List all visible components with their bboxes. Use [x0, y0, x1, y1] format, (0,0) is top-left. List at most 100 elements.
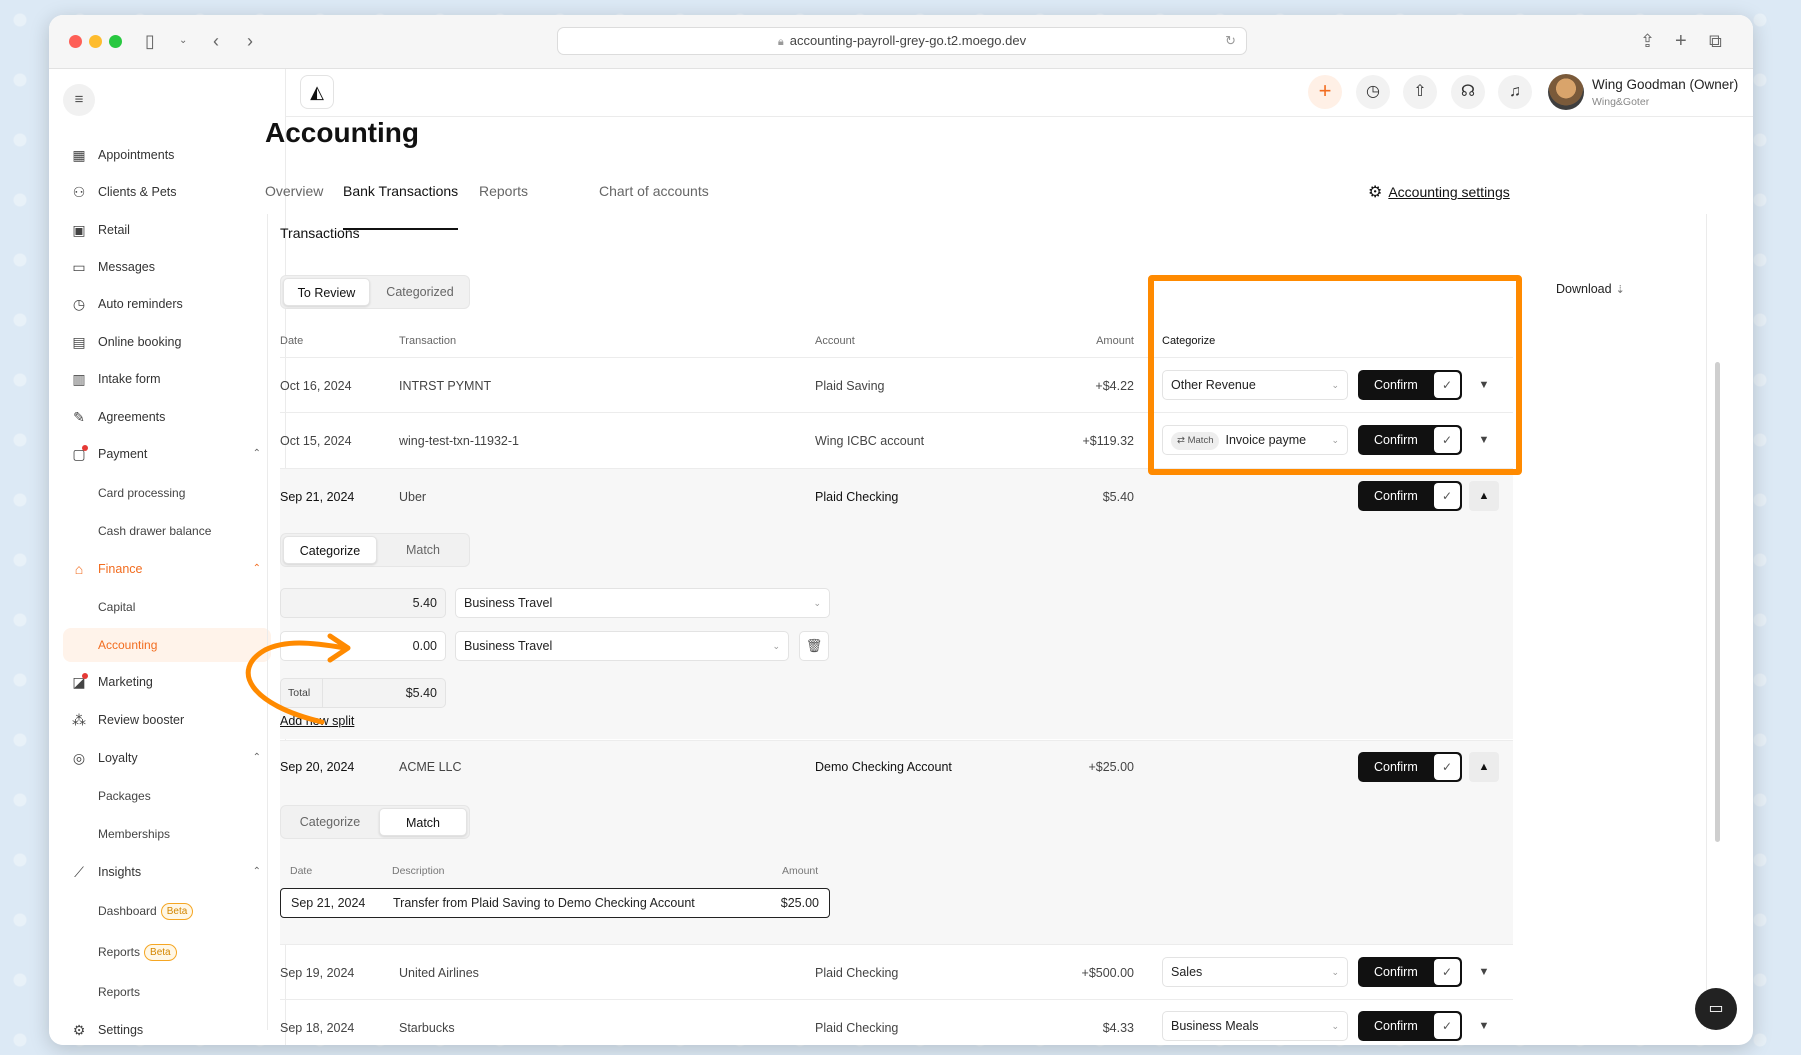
confirm-button[interactable]: Confirm ✓ — [1358, 752, 1462, 782]
sidebar-item-agreements[interactable]: ✎ Agreements — [63, 400, 271, 434]
sidebar-item-intake-form[interactable]: ▥ Intake form — [63, 362, 271, 396]
split-category-select[interactable]: Business Travel ⌄ — [455, 631, 789, 661]
sidebar-item-packages[interactable]: Packages — [63, 779, 271, 813]
sidebar-item-capital[interactable]: Capital — [63, 590, 271, 624]
confirm-button[interactable]: Confirm ✓ — [1358, 1011, 1462, 1041]
sidebar-item-dashboard[interactable]: Dashboard Beta — [63, 894, 271, 928]
sidebar-item-card-processing[interactable]: Card processing — [63, 476, 271, 510]
menu-icon[interactable]: ≡ — [63, 84, 95, 116]
chevron-down-icon[interactable]: ⌄ — [179, 29, 187, 53]
gear-icon: ⚙ — [1368, 184, 1383, 201]
row-account: Plaid Checking — [815, 1021, 899, 1035]
forward-icon[interactable]: › — [247, 29, 253, 53]
pen-icon: ✎ — [73, 409, 85, 425]
expand-caret-icon[interactable]: ▼ — [1469, 957, 1499, 987]
chart-icon: ⟋ — [74, 864, 84, 880]
filter-categorized[interactable]: Categorized — [373, 278, 467, 306]
maximize-window-button[interactable] — [109, 35, 122, 48]
row-date: Sep 21, 2024 — [280, 490, 355, 504]
sidebar-item-reports-beta[interactable]: Reports Beta — [63, 935, 271, 969]
page-title: Accounting — [265, 117, 419, 148]
download-button[interactable]: Download ⇣ — [1556, 282, 1625, 296]
share-icon[interactable]: ⇪ — [1640, 29, 1655, 53]
check-circle-icon[interactable]: ✓ — [1434, 959, 1460, 985]
sidebar-item-settings[interactable]: ⚙ Settings — [63, 1013, 271, 1045]
collapse-caret-icon[interactable]: ▲ — [1469, 481, 1499, 511]
expand-caret-icon[interactable]: ▼ — [1469, 1011, 1499, 1041]
upload-icon[interactable]: ⇧ — [1403, 75, 1437, 109]
section-title: Transactions — [280, 225, 360, 241]
sidebar-item-loyalty[interactable]: ◎ Loyalty ⌃ — [63, 741, 271, 775]
sidebar-item-finance[interactable]: ⌂ Finance ⌃ — [63, 552, 271, 586]
row-transaction: Starbucks — [399, 1021, 455, 1035]
match-amount: $25.00 — [780, 896, 819, 910]
sidebar-item-reports[interactable]: Reports — [63, 975, 271, 1009]
sidebar-item-online-booking[interactable]: ▤ Online booking — [63, 325, 271, 359]
close-window-button[interactable] — [69, 35, 82, 48]
beta-badge: Beta — [144, 944, 177, 962]
chevron-up-icon: ⌃ — [252, 448, 261, 459]
new-tab-icon[interactable]: + — [1675, 29, 1687, 53]
match-candidate-row[interactable]: Sep 21, 2024 Transfer from Plaid Saving … — [280, 888, 830, 918]
sidebar-item-retail[interactable]: ▣ Retail — [63, 213, 271, 247]
app-logo-icon[interactable]: ◭ — [300, 75, 334, 109]
split-category-select[interactable]: Business Travel ⌄ — [455, 588, 830, 618]
row-transaction: Uber — [399, 490, 427, 504]
check-circle-icon[interactable]: ✓ — [1434, 754, 1460, 780]
sidebar-item-cash-drawer[interactable]: Cash drawer balance — [63, 514, 271, 548]
sidebar-item-payment[interactable]: ▢ Payment ⌃ — [63, 437, 271, 471]
row-amount: $4.33 — [1102, 1021, 1134, 1035]
collapse-caret-icon[interactable]: ▲ — [1469, 752, 1499, 782]
user-name[interactable]: Wing Goodman (Owner) — [1592, 77, 1738, 92]
booking-icon: ▤ — [72, 334, 86, 350]
lock-icon: 🔒︎ — [777, 36, 784, 48]
split-amount-input[interactable]: 5.40 — [280, 588, 446, 618]
tabs-overview-icon[interactable]: ⧉ — [1709, 29, 1722, 53]
check-circle-icon[interactable]: ✓ — [1434, 483, 1460, 509]
row-transaction: INTRST PYMNT — [399, 379, 492, 393]
trash-icon[interactable]: 🗑︎ — [799, 631, 829, 661]
sidebar-item-messages[interactable]: ▭ Messages — [63, 250, 271, 284]
chat-icon[interactable]: ▭ — [1695, 988, 1737, 1030]
toggle-categorize[interactable]: Categorize — [283, 808, 377, 836]
headset-icon[interactable]: ☊ — [1451, 75, 1485, 109]
toggle-match[interactable]: Match — [379, 536, 467, 564]
categorize-match-toggle: Categorize Match — [280, 805, 470, 839]
message-icon: ▭ — [72, 259, 86, 275]
scrollbar[interactable] — [1715, 362, 1720, 842]
sidebar-toggle-icon[interactable]: ▯ — [145, 29, 155, 53]
sidebar-item-memberships[interactable]: Memberships — [63, 817, 271, 851]
sidebar-item-clients-pets[interactable]: ⚇ Clients & Pets — [63, 175, 271, 209]
accounting-settings-link[interactable]: ⚙ Accounting settings — [1368, 182, 1510, 202]
clock-icon[interactable]: ◷ — [1356, 75, 1390, 109]
match-col-date: Date — [290, 865, 313, 877]
chevron-down-icon: ⌄ — [1331, 967, 1339, 977]
back-icon[interactable]: ‹ — [213, 29, 219, 53]
filter-to-review[interactable]: To Review — [283, 278, 370, 306]
category-select[interactable]: Business Meals ⌄ — [1162, 1011, 1348, 1041]
add-icon[interactable]: + — [1308, 75, 1342, 109]
confirm-button[interactable]: Confirm ✓ — [1358, 481, 1462, 511]
chevron-down-icon: ⌄ — [813, 598, 821, 608]
minimize-window-button[interactable] — [89, 35, 102, 48]
chevron-down-icon[interactable]: ⌄ — [1752, 83, 1753, 96]
sidebar-item-auto-reminders[interactable]: ◷ Auto reminders — [63, 287, 271, 321]
reload-icon[interactable]: ↻ — [1225, 28, 1236, 54]
business-name: Wing&Goter — [1592, 96, 1650, 108]
sidebar-item-appointments[interactable]: ▦ Appointments — [63, 138, 271, 172]
sidebar-item-insights[interactable]: ⟋ Insights ⌃ — [63, 855, 271, 889]
url-text: accounting-payroll-grey-go.t2.moego.dev — [789, 33, 1027, 48]
toggle-match[interactable]: Match — [379, 808, 467, 836]
confirm-button[interactable]: Confirm ✓ — [1358, 957, 1462, 987]
address-bar[interactable]: 🔒︎ accounting-payroll-grey-go.t2.moego.de… — [557, 27, 1247, 55]
payment-icon: ▢ — [72, 446, 86, 462]
bell-icon[interactable]: ♫ — [1498, 75, 1532, 109]
row-transaction: United Airlines — [399, 966, 479, 980]
match-col-description: Description — [392, 865, 445, 877]
avatar[interactable] — [1548, 74, 1584, 110]
row-account: Plaid Checking — [815, 966, 899, 980]
category-select[interactable]: Sales ⌄ — [1162, 957, 1348, 987]
check-circle-icon[interactable]: ✓ — [1434, 1013, 1460, 1039]
total-value: $5.40 — [405, 686, 437, 700]
toggle-categorize[interactable]: Categorize — [283, 536, 377, 564]
